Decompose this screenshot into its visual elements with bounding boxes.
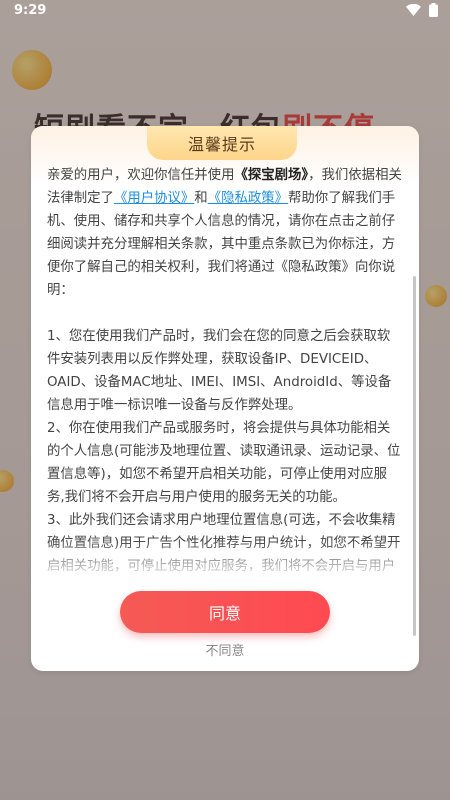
privacy-policy-link[interactable]: 《隐私政策》: [208, 191, 288, 206]
privacy-dialog: 温馨提示 亲爱的用户，欢迎你信任并使用《探宝剧场》，我们依据相关法律制定了《用户…: [31, 126, 419, 671]
battery-icon: [429, 3, 438, 17]
app-screen: 短剧看不完，红包刷不停 9:29 温馨提示 亲爱的用户，欢迎你信任并使用《探宝剧…: [0, 0, 450, 800]
app-name: 《探宝剧场》: [234, 168, 309, 183]
intro-post-text: 帮助你了解我们手机、使用、储存和共享个人信息的情况，请你在点击之前仔细阅读并充分…: [47, 191, 396, 298]
status-time: 9:29: [14, 3, 47, 18]
intro-pre-text: 亲爱的用户，欢迎你信任并使用: [47, 168, 235, 183]
wifi-icon: [406, 4, 421, 16]
status-bar: 9:29: [0, 0, 450, 22]
disagree-button[interactable]: 不同意: [175, 638, 275, 660]
intro-paragraph: 亲爱的用户，欢迎你信任并使用《探宝剧场》，我们依据相关法律制定了《用户协议》和《…: [47, 164, 403, 302]
policy-item-2: 2、你在使用我们产品或服务时，将会提供与具体功能相关的个人信息(可能涉及地理位置…: [47, 421, 401, 505]
and-text: 和: [194, 191, 208, 206]
status-icons: [406, 3, 438, 17]
dialog-content[interactable]: 亲爱的用户，欢迎你信任并使用《探宝剧场》，我们依据相关法律制定了《用户协议》和《…: [47, 164, 403, 580]
user-agreement-link[interactable]: 《用户协议》: [114, 191, 194, 206]
dialog-title: 温馨提示: [147, 126, 297, 160]
policy-item-1: 1、您在使用我们产品时，我们会在您的同意之后会获取软件安装列表用以反作弊处理，获…: [47, 329, 392, 413]
scrollbar[interactable]: [413, 276, 416, 636]
agree-button[interactable]: 同意: [120, 591, 330, 633]
content-fade: [47, 540, 403, 580]
